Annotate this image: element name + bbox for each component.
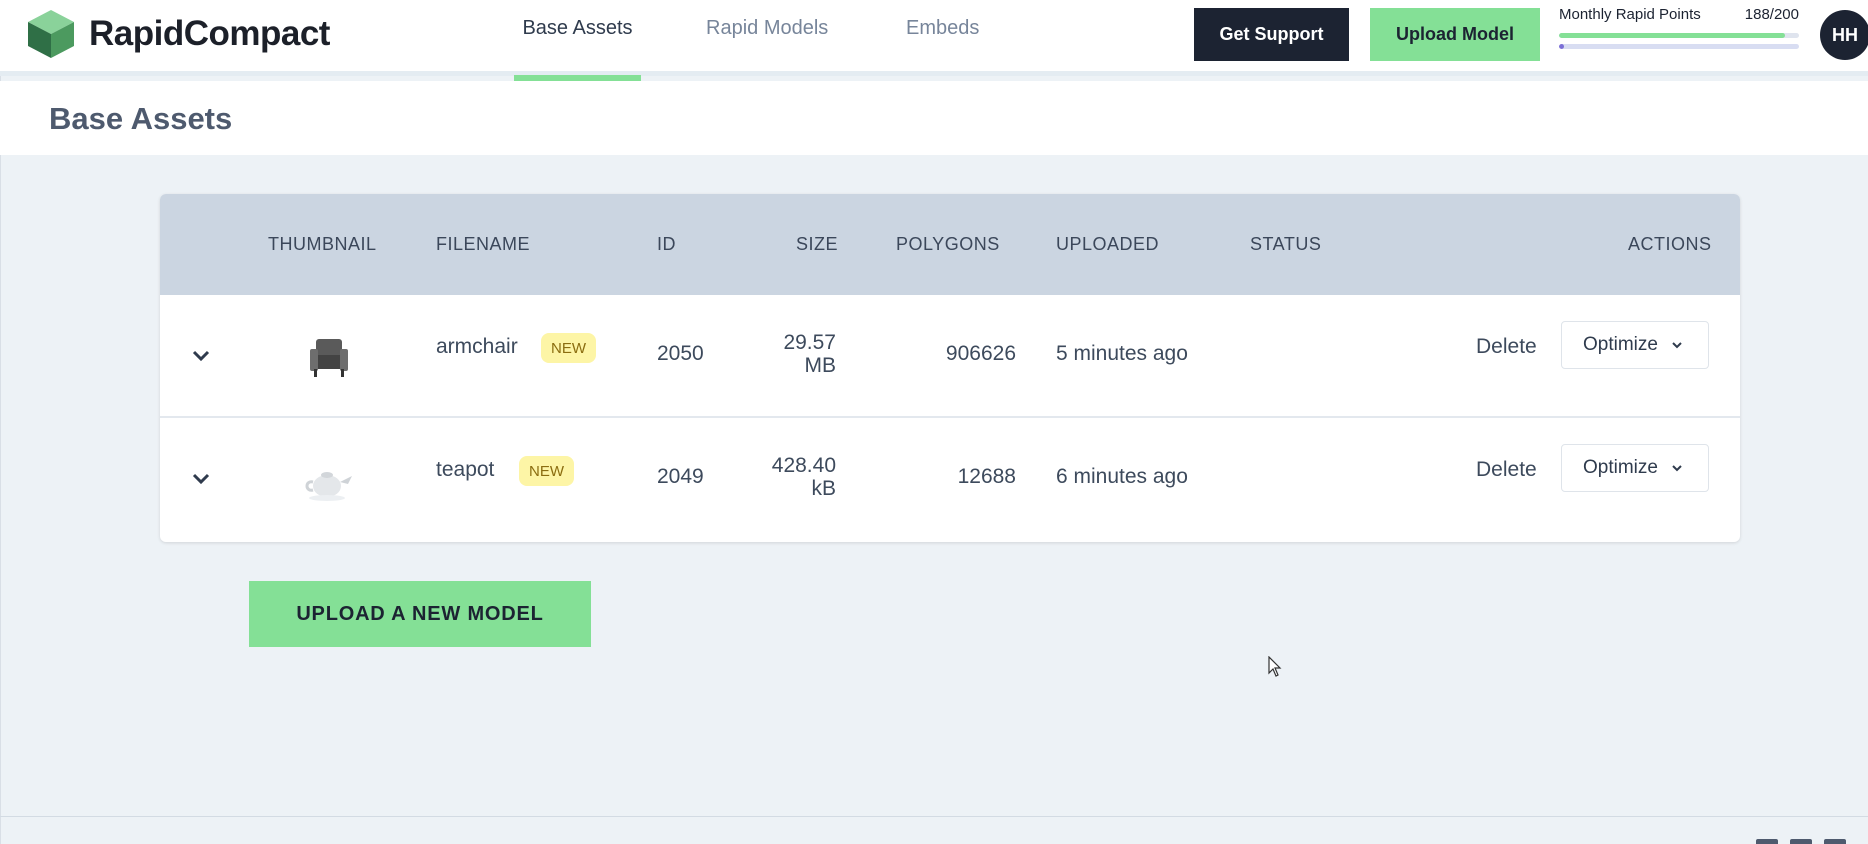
size-unit: kB: [811, 477, 836, 500]
size-cell: 29.57 MB: [760, 331, 836, 377]
filename-cell[interactable]: teapot: [436, 458, 494, 482]
tab-base-assets[interactable]: Base Assets: [514, 0, 641, 81]
social-icon[interactable]: [1756, 839, 1778, 844]
social-icon[interactable]: [1824, 839, 1846, 844]
page-title-bar: Base Assets: [0, 81, 1868, 155]
uploaded-cell: 5 minutes ago: [1056, 342, 1188, 365]
points-value: 188/200: [1744, 6, 1799, 23]
tab-rapid-models[interactable]: Rapid Models: [706, 0, 828, 81]
size-value: 428.40: [771, 454, 836, 477]
points-label: Monthly Rapid Points: [1559, 6, 1701, 23]
size-unit: MB: [804, 354, 837, 377]
assets-table: THUMBNAIL FILENAME ID SIZE POLYGONS UPLO…: [160, 194, 1740, 542]
column-header-polygons: POLYGONS: [896, 234, 1000, 254]
optimize-dropdown-button[interactable]: Optimize: [1561, 321, 1709, 369]
polygons-cell: 12688: [957, 465, 1016, 488]
secondary-progress-fill: [1559, 44, 1564, 49]
mouse-cursor-icon: [1268, 656, 1282, 677]
new-badge: NEW: [541, 333, 596, 363]
expand-row-chevron-icon[interactable]: [190, 345, 212, 367]
id-cell: 2050: [657, 342, 704, 365]
chevron-down-icon: [1672, 342, 1682, 349]
column-header-size: SIZE: [796, 234, 839, 254]
size-value: 29.57: [783, 331, 836, 354]
new-badge: NEW: [519, 456, 574, 486]
teapot-thumbnail-icon: [305, 472, 352, 501]
tab-embeds[interactable]: Embeds: [906, 0, 979, 81]
size-cell: 428.40 kB: [740, 454, 836, 500]
column-header-actions: ACTIONS: [1628, 234, 1712, 254]
table-header: THUMBNAIL FILENAME ID SIZE POLYGONS UPLO…: [160, 194, 1740, 295]
secondary-progress-bar: [1559, 44, 1799, 49]
page-title: Base Assets: [49, 101, 233, 136]
footer-divider: [0, 816, 1868, 817]
optimize-dropdown-button[interactable]: Optimize: [1561, 444, 1709, 492]
points-progress-fill: [1559, 33, 1785, 38]
armchair-thumbnail-icon: [310, 339, 348, 377]
rapidcompact-logo-icon[interactable]: [28, 10, 74, 58]
get-support-button[interactable]: Get Support: [1194, 8, 1349, 61]
social-icon[interactable]: [1790, 839, 1812, 844]
points-progress-bar: [1559, 33, 1799, 38]
optimize-label: Optimize: [1583, 457, 1658, 478]
column-header-filename: FILENAME: [436, 234, 531, 254]
column-header-thumbnail: THUMBNAIL: [268, 234, 377, 254]
upload-model-button[interactable]: Upload Model: [1370, 8, 1540, 61]
column-header-uploaded: UPLOADED: [1056, 234, 1160, 254]
chevron-down-icon: [1672, 465, 1682, 472]
upload-new-model-button[interactable]: UPLOAD A NEW MODEL: [249, 581, 591, 647]
user-avatar[interactable]: HH: [1820, 10, 1868, 60]
polygons-cell: 906626: [945, 342, 1016, 365]
footer-social-icons: [1756, 836, 1858, 844]
top-header: RapidCompact Base Assets Rapid Models Em…: [0, 0, 1868, 81]
column-header-status: STATUS: [1250, 234, 1322, 254]
id-cell: 2049: [657, 465, 704, 488]
uploaded-cell: 6 minutes ago: [1056, 465, 1188, 488]
column-header-id: ID: [657, 234, 676, 254]
filename-cell[interactable]: armchair: [436, 335, 518, 359]
brand-name[interactable]: RapidCompact: [89, 14, 330, 54]
expand-row-chevron-icon[interactable]: [190, 468, 212, 490]
delete-button[interactable]: Delete: [1476, 335, 1537, 359]
delete-button[interactable]: Delete: [1476, 458, 1537, 482]
table-row: armchair NEW 2050 29.57 MB 906626 5 minu…: [160, 295, 1740, 418]
table-row: teapot NEW 2049 428.40 kB 12688 6 minute…: [160, 418, 1740, 541]
optimize-label: Optimize: [1583, 334, 1658, 355]
